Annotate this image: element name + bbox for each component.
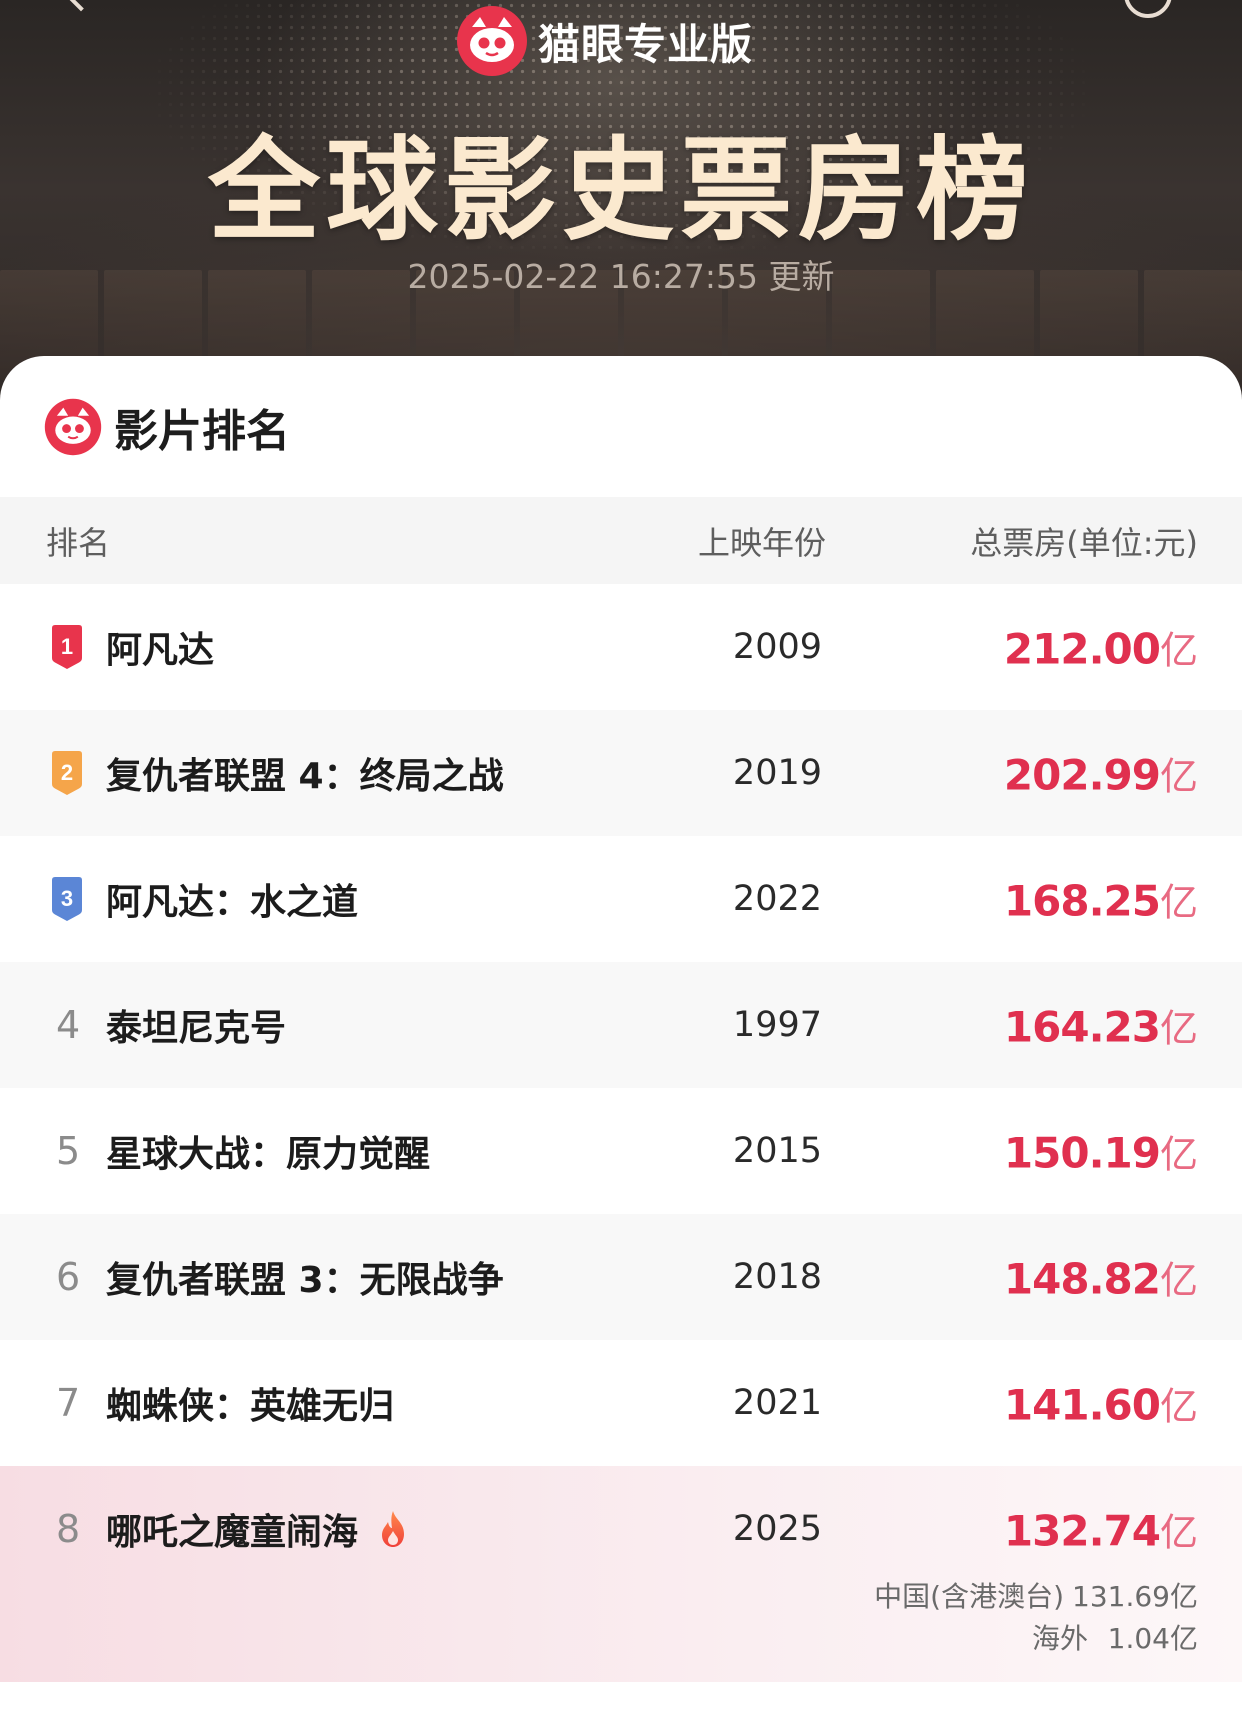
table-header: 排名 上映年份 总票房(单位:元) [0, 497, 1242, 584]
box-office-value: 148.82 [1003, 1254, 1161, 1304]
movie-name: 复仇者联盟 4：终局之战 [106, 756, 504, 797]
movie-name: 哪吒之魔童闹海 [106, 1512, 359, 1553]
box-office: 141.60 亿 [1004, 1376, 1198, 1431]
rank-number: 5 [56, 1129, 81, 1173]
update-timestamp: 2025-02-22 16:27:55 更新 [407, 257, 835, 296]
release-year: 2021 [732, 1383, 822, 1423]
svg-text:1: 1 [61, 634, 73, 659]
maoyan-cat-logo-icon [44, 398, 102, 455]
movie-name-container: 哪吒之魔童闹海 [106, 1503, 410, 1555]
box-office-unit: 亿 [1159, 880, 1198, 925]
release-year: 1997 [732, 1005, 822, 1045]
table-row[interactable]: 3 阿凡达：水之道 2022 168.25 亿 [0, 836, 1242, 962]
box-office-unit: 亿 [1159, 1384, 1198, 1429]
rank-number: 6 [56, 1255, 81, 1299]
table-row[interactable]: 4 泰坦尼克号 1997 164.23 亿 [0, 962, 1242, 1088]
rank-number: 7 [56, 1381, 81, 1425]
movie-name: 阿凡达 [106, 630, 215, 671]
box-office-unit: 亿 [1159, 1510, 1198, 1555]
box-office-value: 164.23 [1003, 1002, 1161, 1052]
box-office-value: 141.60 [1003, 1380, 1161, 1430]
box-office-value: 202.99 [1003, 750, 1161, 800]
column-gross: 总票房(单位:元) [970, 523, 1198, 562]
release-year: 2009 [732, 627, 822, 667]
table-row[interactable]: 6 复仇者联盟 3：无限战争 2018 148.82 亿 [0, 1214, 1242, 1340]
box-office: 148.82 亿 [1004, 1250, 1198, 1305]
rank-badge-gold-icon: 1 [52, 625, 82, 669]
svg-text:2: 2 [61, 760, 73, 785]
release-year: 2015 [732, 1131, 822, 1171]
table-row[interactable]: 5 星球大战：原力觉醒 2015 150.19 亿 [0, 1088, 1242, 1214]
brand: 猫眼专业版 [456, 6, 753, 76]
box-office: 168.25 亿 [1004, 872, 1198, 927]
ranking-card: 影片排名 排名 上映年份 总票房(单位:元) 1 阿凡达 2009 212.00… [0, 356, 1242, 1723]
box-office: 132.74 亿 [1004, 1502, 1198, 1557]
box-office-unit: 亿 [1159, 1132, 1198, 1177]
release-year: 2025 [732, 1509, 822, 1549]
china-value: 131.69亿 [1072, 1580, 1198, 1613]
box-office: 150.19 亿 [1004, 1124, 1198, 1179]
table-row[interactable]: 1 阿凡达 2009 212.00 亿 [0, 584, 1242, 710]
fire-icon [382, 1511, 405, 1547]
svg-text:3: 3 [61, 886, 73, 911]
movie-name: 阿凡达：水之道 [106, 882, 359, 923]
china-gross-line: 中国(含港澳台) 131.69亿 [874, 1576, 1198, 1618]
box-office: 164.23 亿 [1004, 998, 1198, 1053]
box-office-value: 168.25 [1003, 876, 1161, 926]
section-title: 影片排名 [114, 405, 290, 457]
box-office-unit: 亿 [1159, 1006, 1198, 1051]
box-office-value: 212.00 [1003, 624, 1161, 674]
table-row[interactable]: 7 蜘蛛侠：英雄无归 2021 141.60 亿 [0, 1340, 1242, 1466]
box-office-value: 132.74 [1003, 1506, 1161, 1556]
page-title: 全球影史票房榜 [208, 126, 1034, 256]
box-office-unit: 亿 [1159, 628, 1198, 673]
rank-number: 4 [56, 1003, 81, 1047]
column-year: 上映年份 [697, 523, 826, 562]
movie-name: 泰坦尼克号 [106, 1008, 287, 1049]
section-header: 影片排名 [0, 356, 1242, 497]
china-label: 中国(含港澳台) [874, 1580, 1065, 1613]
overseas-gross-line: 海外 1.04亿 [874, 1618, 1198, 1660]
column-rank: 排名 [46, 523, 111, 562]
box-office: 202.99 亿 [1004, 746, 1198, 801]
rank-badge-silver-icon: 2 [52, 751, 82, 795]
box-office-breakdown: 中国(含港澳台) 131.69亿 海外 1.04亿 [874, 1576, 1198, 1660]
brand-name: 猫眼专业版 [538, 19, 754, 69]
rank-number: 8 [56, 1507, 81, 1551]
release-year: 2018 [732, 1257, 822, 1297]
box-office-unit: 亿 [1159, 754, 1198, 799]
box-office-value: 150.19 [1003, 1128, 1161, 1178]
box-office: 212.00 亿 [1004, 620, 1198, 675]
movie-name: 复仇者联盟 3：无限战争 [106, 1260, 504, 1301]
table-row-partial [0, 1682, 1242, 1722]
box-office-unit: 亿 [1159, 1258, 1198, 1303]
rank-badge-bronze-icon: 3 [52, 877, 82, 921]
movie-name: 星球大战：原力觉醒 [106, 1134, 431, 1175]
table-row-highlighted[interactable]: 8 哪吒之魔童闹海 2025 132.74 亿 中国(含港澳台) 131.69亿… [0, 1466, 1242, 1682]
movie-name: 蜘蛛侠：英雄无归 [106, 1386, 395, 1427]
page: 猫眼专业版 全球影史票房榜 2025-02-22 16:27:55 更新 影片排… [0, 0, 1242, 1723]
overseas-label: 海外 [1031, 1622, 1088, 1655]
release-year: 2019 [732, 753, 822, 793]
overseas-value: 1.04亿 [1107, 1622, 1198, 1655]
table-row[interactable]: 2 复仇者联盟 4：终局之战 2019 202.99 亿 [0, 710, 1242, 836]
maoyan-cat-logo-icon [457, 6, 527, 76]
release-year: 2022 [732, 879, 822, 919]
